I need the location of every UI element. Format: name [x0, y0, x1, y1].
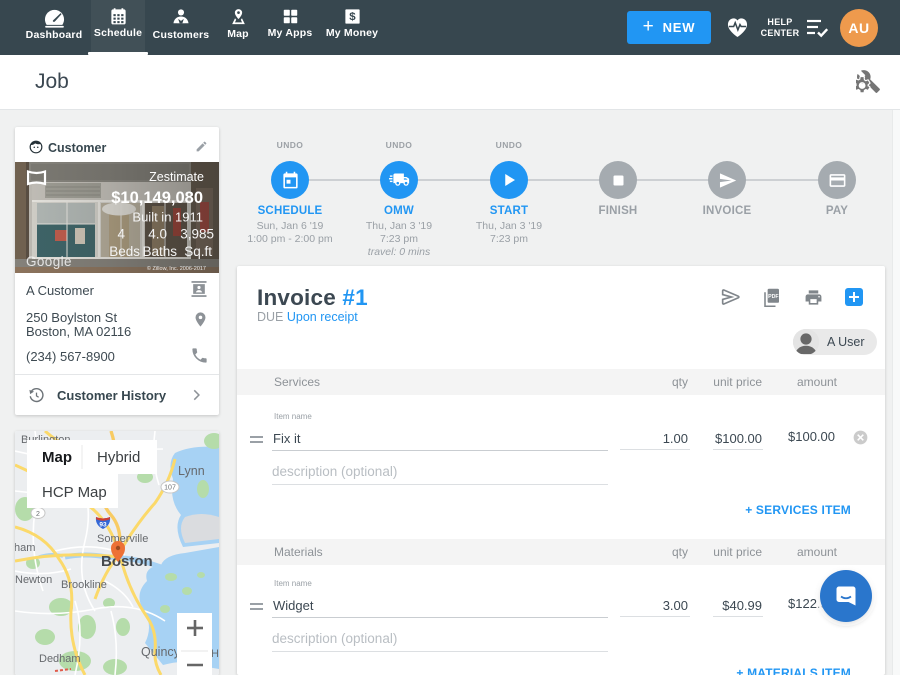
svg-text:4.0: 4.0	[148, 227, 167, 242]
svg-text:$10,149,080: $10,149,080	[111, 189, 203, 207]
svg-text:Beds: Beds	[109, 244, 140, 259]
svg-text:Google: Google	[26, 254, 72, 269]
svg-text:PDF: PDF	[768, 294, 779, 300]
svg-text:ham: ham	[15, 542, 35, 554]
svg-text:93: 93	[99, 522, 107, 529]
svg-text:2: 2	[36, 511, 40, 518]
svg-text:Lynn: Lynn	[178, 464, 205, 478]
svg-text:HCP Map: HCP Map	[42, 484, 107, 501]
svg-text:$: $	[349, 11, 356, 23]
svg-text:Brookline: Brookline	[61, 579, 107, 591]
svg-text:107: 107	[164, 485, 176, 492]
svg-text:Map: Map	[42, 449, 72, 466]
svg-text:Dedham: Dedham	[39, 653, 81, 665]
svg-text:Baths: Baths	[142, 244, 177, 259]
svg-text:Zestimate: Zestimate	[149, 170, 204, 184]
svg-text:Sq.ft: Sq.ft	[184, 244, 212, 259]
svg-text:Newton: Newton	[15, 574, 52, 586]
svg-text:4: 4	[117, 227, 125, 242]
svg-text:3,985: 3,985	[180, 227, 214, 242]
svg-text:Boston: Boston	[101, 553, 153, 570]
svg-text:Hi: Hi	[211, 648, 219, 660]
svg-text:Quincy: Quincy	[141, 645, 181, 659]
svg-text:Hybrid: Hybrid	[97, 449, 140, 466]
svg-text:Built in 1911: Built in 1911	[132, 210, 203, 225]
svg-text:© Zillow, Inc. 2006-2017: © Zillow, Inc. 2006-2017	[147, 265, 206, 272]
